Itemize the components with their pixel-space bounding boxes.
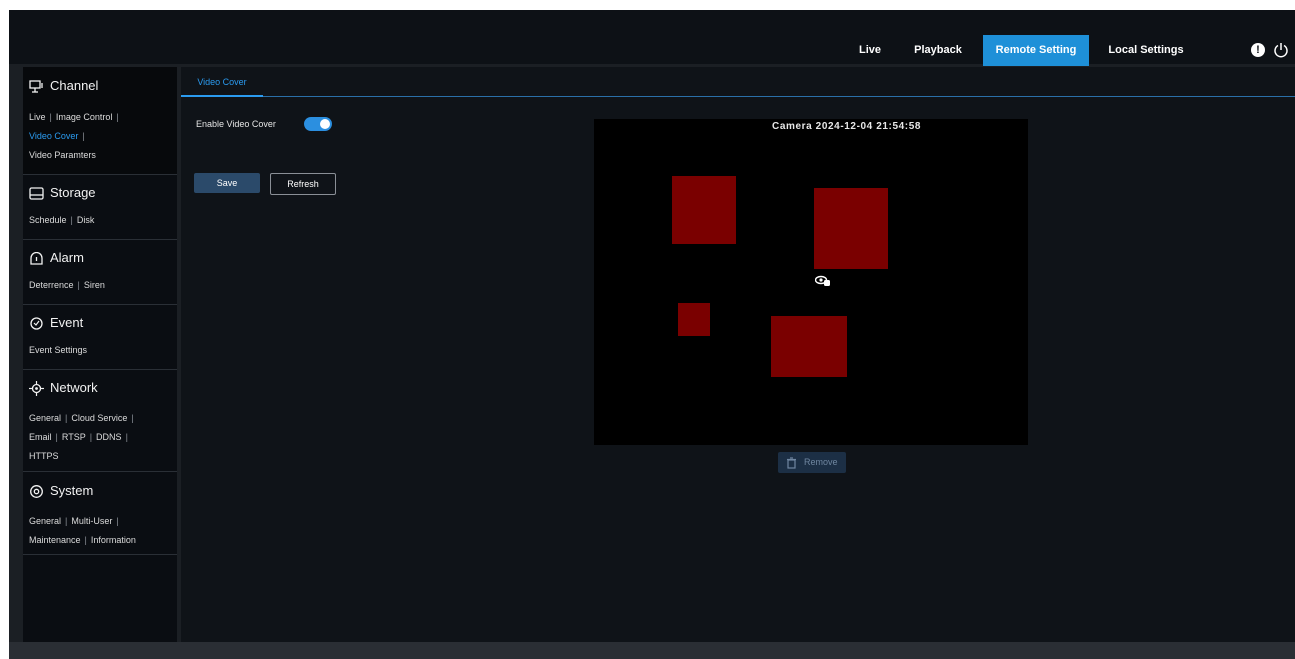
sidebar-link-event-settings[interactable]: Event Settings: [29, 345, 87, 355]
sidebar-link-cloud-service[interactable]: Cloud Service: [71, 413, 127, 423]
sidebar-title-channel: Channel: [50, 78, 99, 93]
sidebar-head-alarm[interactable]: Alarm: [29, 248, 84, 268]
sidebar-section-storage: Storage Schedule | Disk: [23, 175, 177, 240]
cover-mask-3[interactable]: [678, 303, 710, 336]
tab-divider: [181, 96, 1295, 97]
sidebar-link-information[interactable]: Information: [91, 535, 136, 545]
sidebar-link-siren[interactable]: Siren: [84, 280, 105, 290]
hand-drag-icon: [815, 275, 830, 286]
sidebar-link-video-parameters[interactable]: Video Paramters: [29, 150, 96, 160]
sidebar-head-system[interactable]: System: [29, 481, 93, 501]
sidebar-links-system: General | Multi-User | Maintenance | Informat…: [29, 516, 136, 545]
enable-video-cover-label: Enable Video Cover: [196, 119, 276, 129]
bottom-status-strip: [9, 642, 1295, 659]
tab-active-indicator: [181, 95, 263, 97]
nav-remote-setting[interactable]: Remote Setting: [983, 35, 1089, 66]
top-nav-bar: Live Playback Remote Setting Local Setti…: [9, 10, 1295, 66]
sidebar-link-live[interactable]: Live: [29, 112, 46, 122]
sidebar-links-event: Event Settings: [29, 341, 87, 360]
sidebar-link-https[interactable]: HTTPS: [29, 451, 59, 461]
sidebar-link-rtsp[interactable]: RTSP: [62, 432, 86, 442]
sidebar-head-event[interactable]: Event: [29, 313, 83, 333]
sidebar-title-event: Event: [50, 315, 84, 330]
sidebar-title-network: Network: [50, 380, 98, 395]
toggle-knob: [320, 119, 330, 129]
sidebar-link-multi-user[interactable]: Multi-User: [71, 516, 112, 526]
power-icon[interactable]: [1273, 42, 1289, 58]
monitor-icon: [29, 80, 43, 93]
refresh-button[interactable]: Refresh: [270, 173, 336, 195]
sidebar-head-network[interactable]: Network: [29, 378, 98, 398]
trash-icon: [787, 457, 796, 469]
sidebar-head-storage[interactable]: Storage: [29, 183, 96, 203]
app-frame: Live Playback Remote Setting Local Setti…: [9, 10, 1295, 659]
nav-playback[interactable]: Playback: [909, 35, 967, 66]
hard-drive-icon: [29, 187, 44, 200]
remove-button[interactable]: Remove: [778, 452, 846, 473]
sidebar-link-system-general[interactable]: General: [29, 516, 61, 526]
cover-mask-4[interactable]: [771, 316, 847, 377]
sidebar-link-deterrence[interactable]: Deterrence: [29, 280, 74, 290]
enable-video-cover-toggle[interactable]: [304, 117, 332, 131]
sidebar-section-channel: Channel Live | Image Control | Video Cover |…: [23, 67, 177, 175]
sidebar-title-storage: Storage: [50, 185, 96, 200]
sidebar-link-image-control[interactable]: Image Control: [56, 112, 113, 122]
alert-icon[interactable]: !: [1251, 43, 1265, 57]
sidebar-link-schedule[interactable]: Schedule: [29, 215, 67, 225]
sidebar-link-general[interactable]: General: [29, 413, 61, 423]
sidebar-link-email[interactable]: Email: [29, 432, 52, 442]
network-icon: [29, 381, 44, 397]
video-osd-text: Camera 2024-12-04 21:54:58: [772, 121, 922, 132]
sidebar-link-disk[interactable]: Disk: [77, 215, 95, 225]
sidebar-link-maintenance[interactable]: Maintenance: [29, 535, 81, 545]
sidebar: Channel Live | Image Control | Video Cover |…: [23, 67, 177, 642]
cover-mask-1[interactable]: [672, 176, 736, 244]
nav-live[interactable]: Live: [855, 35, 885, 66]
gear-icon: [30, 485, 43, 499]
event-icon: [30, 317, 43, 330]
sidebar-section-event: Event Event Settings: [23, 305, 177, 370]
sidebar-title-alarm: Alarm: [50, 250, 84, 265]
sidebar-section-network: Network General | Cloud Service | Email | RTS…: [23, 370, 177, 472]
tab-video-cover[interactable]: Video Cover: [181, 69, 263, 95]
save-button[interactable]: Save: [194, 173, 260, 193]
sidebar-section-alarm: Alarm Deterrence | Siren: [23, 240, 177, 305]
sidebar-link-video-cover[interactable]: Video Cover: [29, 131, 78, 141]
nav-local-settings[interactable]: Local Settings: [1103, 35, 1189, 66]
sidebar-links-network: General | Cloud Service | Email | RTSP | DDNS | …: [29, 413, 134, 461]
sidebar-links-channel: Live | Image Control | Video Cover | Video P…: [29, 112, 119, 160]
alarm-icon: [30, 251, 43, 265]
main-panel: Video Cover Enable Video Cover Save Refr…: [181, 67, 1295, 642]
sidebar-links-storage: Schedule | Disk: [29, 215, 95, 225]
sidebar-link-ddns[interactable]: DDNS: [96, 432, 122, 442]
sidebar-title-system: System: [50, 483, 94, 498]
sidebar-section-system: System General | Multi-User | Maintenance | I…: [23, 472, 177, 555]
cover-mask-2[interactable]: [814, 188, 888, 269]
video-preview[interactable]: Camera 2024-12-04 21:54:58: [594, 119, 1028, 445]
remove-button-label: Remove: [804, 457, 838, 467]
sidebar-links-alarm: Deterrence | Siren: [29, 280, 105, 290]
sidebar-head-channel[interactable]: Channel: [29, 76, 98, 96]
